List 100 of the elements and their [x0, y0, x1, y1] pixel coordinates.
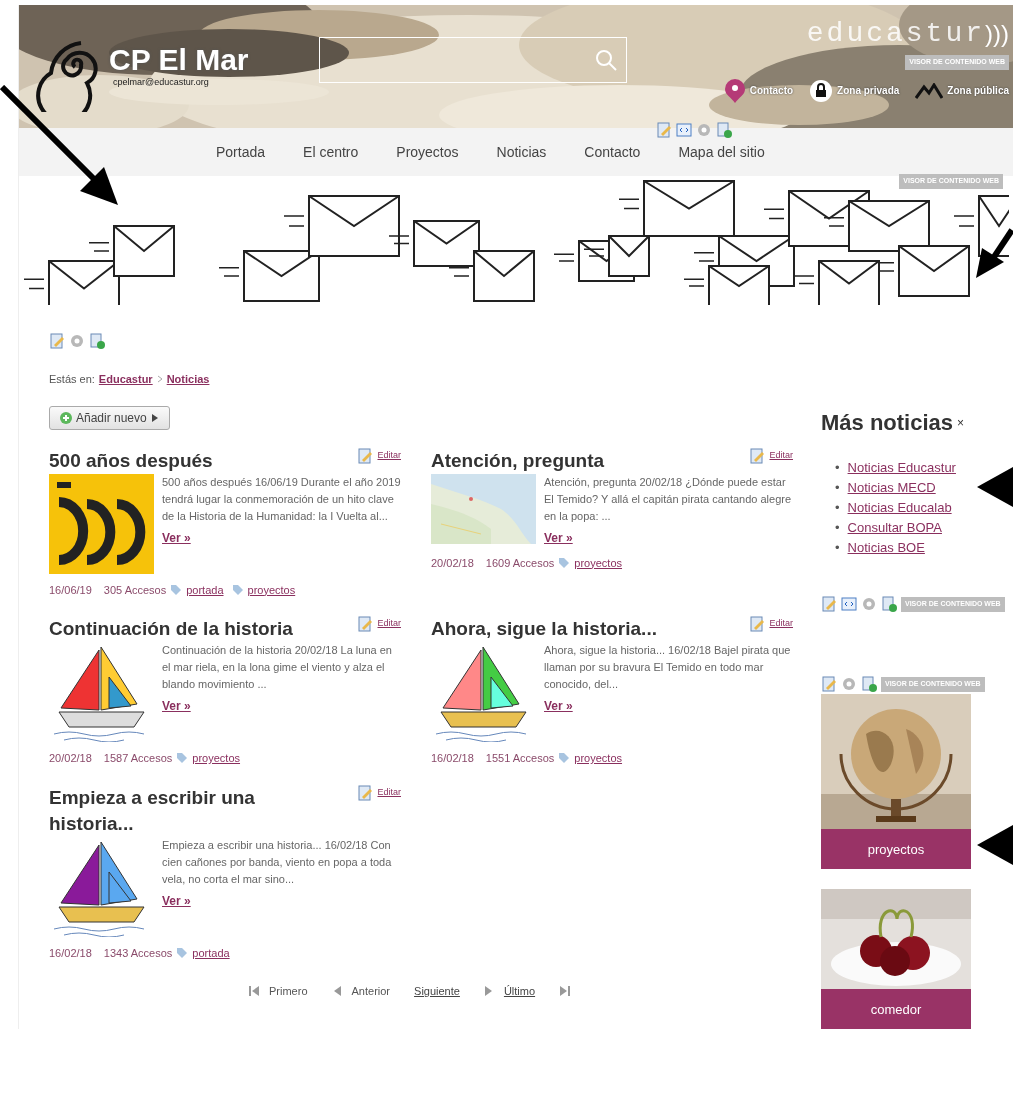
- bullet: •: [835, 479, 840, 498]
- add-page-icon[interactable]: [716, 122, 732, 138]
- news-excerpt: Atención, pregunta 20/02/18 ¿Dónde puede estar El Temido? Y allá el capitán pirata cantando alegre en la popa: ...: [544, 474, 793, 524]
- bullet: •: [835, 459, 840, 478]
- nav-link[interactable]: Mapa del sitio: [678, 141, 765, 163]
- news-title: Ahora, sigue la historia...: [431, 617, 657, 641]
- news-date: 20/02/18: [431, 555, 474, 571]
- category-link[interactable]: comedor: [821, 989, 971, 1030]
- edit-link[interactable]: Editar: [357, 447, 401, 464]
- edit-icon: [357, 616, 374, 632]
- news-title: Empieza a escribir una historia...: [49, 785, 256, 836]
- brand-mark: ))): [985, 19, 1009, 49]
- edit-icon: [357, 784, 374, 801]
- news-date: 16/02/18: [431, 751, 474, 766]
- news-title: Continuación de la historia: [49, 617, 293, 641]
- read-more-link[interactable]: Ver »: [162, 697, 191, 715]
- email-text: cpelmar@educastur.org: [113, 75, 210, 89]
- brand-name: educastur: [806, 17, 985, 51]
- pagination-link: Primero: [269, 984, 308, 999]
- close-button[interactable]: ×: [957, 414, 965, 432]
- caret-icon: [150, 413, 159, 422]
- code-icon[interactable]: [841, 596, 857, 613]
- add-page-icon[interactable]: [861, 676, 877, 693]
- read-more-link[interactable]: Ver »: [162, 891, 191, 910]
- tag-link[interactable]: portada: [186, 581, 224, 598]
- news-excerpt: Continuación de la historia 20/02/18 La luna en el mar riela, en la lona gime el viento y alza el blando movimiento ...: [162, 643, 393, 692]
- tag-link[interactable]: proyectos: [574, 554, 623, 571]
- news-link[interactable]: Noticias Educastur: [847, 458, 956, 479]
- news-date: 16/06/19: [49, 582, 92, 598]
- tag-icon: [170, 583, 183, 596]
- mountain-icon: [915, 82, 944, 99]
- location-pin-icon: [723, 77, 746, 104]
- pagination-link: Anterior: [351, 984, 391, 999]
- news-link[interactable]: Noticias BOE: [847, 538, 925, 559]
- site-name: CP El Mar: [109, 43, 249, 76]
- header-link[interactable]: Zona privada: [837, 83, 900, 98]
- code-icon[interactable]: [676, 122, 692, 138]
- tag-link[interactable]: proyectos: [574, 750, 623, 767]
- add-icon: [60, 411, 72, 424]
- nav-link[interactable]: Proyectos: [396, 141, 459, 163]
- read-more-link[interactable]: Ver »: [544, 697, 573, 715]
- sidebar-title: Más noticias: [821, 410, 954, 437]
- first-page-icon: [249, 985, 261, 998]
- breadcrumb-link[interactable]: Noticias: [166, 371, 210, 388]
- tag-icon: [176, 752, 189, 765]
- pagination-link[interactable]: Siguiente: [414, 983, 460, 1000]
- annotation-arrow: [976, 228, 1013, 278]
- edit-icon: [749, 447, 766, 464]
- settings-icon[interactable]: [841, 676, 857, 693]
- edit-icon[interactable]: [49, 333, 65, 349]
- pagination-link[interactable]: Último: [503, 983, 536, 1000]
- edit-icon: [357, 447, 374, 464]
- annotation-arrow: [977, 467, 1013, 507]
- nav-link[interactable]: Noticias: [496, 141, 547, 163]
- news-date: 20/02/18: [49, 751, 92, 766]
- last-page-icon[interactable]: [559, 985, 572, 998]
- read-more-link[interactable]: Ver »: [544, 528, 573, 547]
- chevron-icon: [156, 375, 163, 384]
- tag-link[interactable]: portada: [192, 944, 230, 961]
- breadcrumb-link[interactable]: Educastur: [98, 371, 153, 388]
- category-link[interactable]: proyectos: [821, 829, 971, 870]
- annotation-arrow: [977, 825, 1013, 865]
- news-link[interactable]: Noticias Educalab: [847, 498, 952, 519]
- nav-link[interactable]: El centro: [303, 141, 359, 163]
- access-count: 1587 Accesos: [103, 751, 173, 766]
- news-title: 500 años después: [49, 448, 213, 473]
- nav-link[interactable]: Contacto: [584, 141, 641, 163]
- news-excerpt: Ahora, sigue la historia... 16/02/18 Bajel pirata que llaman por su bravura El Temido en todo mar conocido, del...: [544, 643, 792, 692]
- tag-link[interactable]: proyectos: [192, 750, 241, 767]
- news-link[interactable]: Consultar BOPA: [847, 518, 942, 539]
- search-field[interactable]: [319, 37, 627, 83]
- tag-link[interactable]: proyectos: [247, 581, 296, 598]
- news-excerpt: Empieza a escribir una historia... 16/02/18 Con cien cañones por banda, viento en popa a toda vela, no corta el mar sino...: [162, 837, 393, 887]
- access-count: 1609 Accesos: [485, 555, 555, 571]
- edit-icon[interactable]: [821, 676, 837, 693]
- news-date: 16/02/18: [49, 945, 92, 961]
- tag-icon: [231, 583, 244, 596]
- nav-link[interactable]: Portada: [216, 141, 266, 163]
- edit-link[interactable]: Editar: [749, 616, 793, 632]
- search-icon[interactable]: [594, 48, 618, 72]
- tag-icon: [558, 556, 571, 569]
- add-new-button[interactable]: Añadir nuevo: [49, 405, 170, 430]
- news-excerpt: 500 años después 16/06/19 Durante el año 2019 tendrá lugar la conmemoración de un hito clave de la Historia de la Humanidad: la I Vuelta al...: [162, 474, 401, 524]
- news-link[interactable]: Noticias MECD: [847, 478, 936, 499]
- settings-icon[interactable]: [69, 333, 85, 349]
- edit-link[interactable]: Editar: [357, 784, 401, 801]
- news-title: Atención, pregunta: [431, 448, 605, 473]
- bullet: •: [835, 539, 840, 558]
- access-count: 1343 Accesos: [103, 945, 173, 961]
- edit-icon: [749, 616, 766, 632]
- edit-link[interactable]: Editar: [357, 616, 401, 632]
- header-link[interactable]: Zona pública: [947, 83, 1009, 98]
- lock-icon: [809, 78, 834, 103]
- edit-link[interactable]: Editar: [749, 447, 793, 464]
- tag-icon: [558, 752, 571, 765]
- read-more-link[interactable]: Ver »: [162, 528, 191, 547]
- add-page-icon[interactable]: [89, 333, 105, 349]
- bullet: •: [835, 519, 840, 538]
- tag-icon: [176, 946, 189, 959]
- add-page-icon[interactable]: [881, 596, 897, 613]
